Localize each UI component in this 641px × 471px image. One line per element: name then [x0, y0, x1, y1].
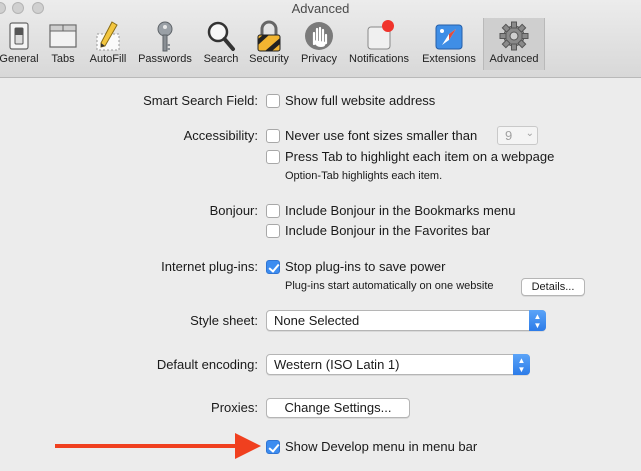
popup-arrows-icon: ▲ ▼ [513, 354, 530, 375]
puzzle-compass-icon [435, 24, 463, 50]
toolbar-general[interactable]: General [0, 16, 42, 72]
toolbar-label: General [0, 53, 39, 65]
toolbar-label: Passwords [138, 53, 192, 65]
key-icon [157, 21, 173, 52]
toolbar-security[interactable]: Security [245, 16, 293, 72]
option-tab-hint: Option-Tab highlights each item. [285, 170, 443, 182]
bonjour-favorites-option: Include Bonjour in the Favorites bar [285, 223, 491, 238]
stop-plugins-option: Stop plug-ins to save power [285, 259, 446, 274]
encoding-label: Default encoding: [156, 357, 258, 372]
bonjour-favorites-checkbox[interactable] [266, 224, 280, 238]
window-title: Advanced [291, 1, 350, 16]
window-toolbar: Advanced General Tabs AutoFill Passwords… [0, 0, 641, 78]
show-develop-menu-option: Show Develop menu in menu bar [285, 439, 478, 454]
toolbar-label: AutoFill [89, 53, 127, 65]
proxies-label: Proxies: [211, 400, 258, 415]
min-font-size-value: 9 [505, 128, 513, 143]
plugins-hint: Plug-ins start automatically on one webs… [285, 280, 494, 292]
annotation-arrow-shaft [55, 444, 240, 448]
toolbar-label: Privacy [300, 53, 338, 65]
toolbar-tabs[interactable]: Tabs [44, 16, 82, 72]
smart-search-label: Smart Search Field: [143, 93, 258, 108]
show-full-address-option: Show full website address [285, 93, 436, 108]
press-tab-checkbox[interactable] [266, 150, 280, 164]
hand-icon [305, 22, 333, 50]
bonjour-label: Bonjour: [209, 203, 258, 218]
toolbar-passwords[interactable]: Passwords [134, 16, 196, 72]
show-full-address-checkbox[interactable] [266, 94, 280, 108]
toolbar-notifications[interactable]: Notifications [344, 16, 414, 72]
style-sheet-value: None Selected [274, 313, 360, 328]
toolbar-extensions[interactable]: Extensions [417, 16, 481, 72]
toolbar-label: Extensions [422, 53, 476, 65]
padlock-icon [257, 20, 281, 52]
plugin-details-button[interactable]: Details... [521, 278, 585, 296]
stop-plugins-checkbox[interactable] [266, 260, 280, 274]
toolbar-privacy[interactable]: Privacy [296, 16, 342, 72]
toolbar-autofill[interactable]: AutoFill [84, 16, 132, 72]
popup-arrows-icon: ▲ ▼ [529, 310, 546, 331]
toolbar-advanced[interactable]: Advanced [483, 18, 545, 70]
annotation-arrow-icon [235, 433, 261, 459]
change-settings-button[interactable]: Change Settings... [266, 398, 410, 418]
min-font-size-checkbox[interactable] [266, 129, 280, 143]
style-sheet-popup[interactable]: None Selected ▲ ▼ [266, 310, 546, 331]
style-sheet-label: Style sheet: [190, 313, 258, 328]
press-tab-option: Press Tab to highlight each item on a we… [285, 149, 555, 164]
notification-badge-icon [367, 20, 394, 50]
toolbar-label: Search [203, 53, 239, 65]
encoding-value: Western (ISO Latin 1) [274, 357, 400, 372]
encoding-popup[interactable]: Western (ISO Latin 1) ▲ ▼ [266, 354, 530, 375]
accessibility-label: Accessibility: [183, 128, 258, 143]
chevron-down-icon: ⌄ [525, 128, 534, 139]
toolbar-search[interactable]: Search [199, 16, 243, 72]
min-font-size-select[interactable]: 9 ⌄ [497, 126, 538, 145]
general-switch-icon [9, 22, 29, 50]
toolbar-label: Tabs [51, 53, 75, 65]
tabs-icon [49, 24, 77, 48]
gear-icon [499, 21, 529, 51]
toolbar-label: Advanced [489, 53, 539, 65]
toolbar-label: Notifications [349, 53, 409, 65]
bonjour-bookmarks-option: Include Bonjour in the Bookmarks menu [285, 203, 516, 218]
plugins-label: Internet plug-ins: [161, 259, 258, 274]
toolbar-label: Security [249, 53, 289, 65]
show-develop-menu-checkbox[interactable] [266, 440, 280, 454]
autofill-pencil-icon [96, 21, 120, 51]
bonjour-bookmarks-checkbox[interactable] [266, 204, 280, 218]
min-font-size-option: Never use font sizes smaller than [285, 128, 478, 143]
magnifier-icon [207, 21, 235, 51]
